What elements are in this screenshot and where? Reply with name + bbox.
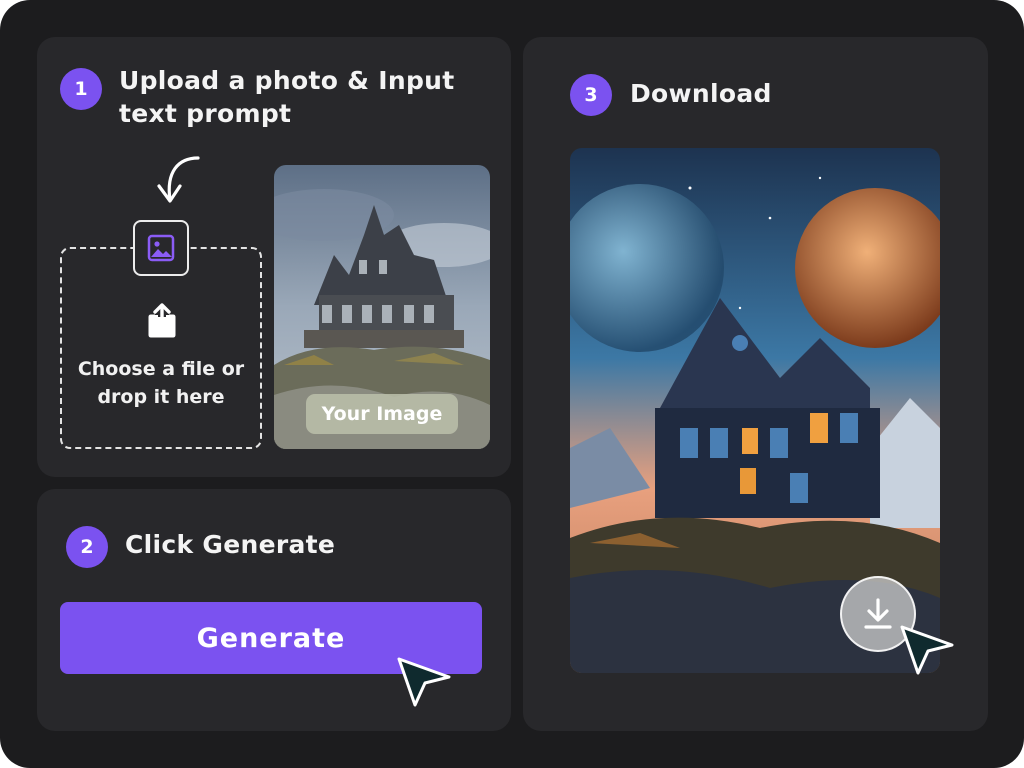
generated-image: [570, 148, 940, 673]
uploaded-image-preview: Your Image: [274, 165, 490, 449]
cursor-pointer-icon: [397, 657, 451, 707]
upload-step-title: Upload a photo & Input text prompt: [119, 66, 455, 128]
step-1-badge: 1: [60, 68, 102, 110]
upload-icon: [148, 303, 176, 338]
file-dropzone[interactable]: [60, 247, 262, 449]
curved-arrow-icon: [157, 156, 200, 203]
generate-step-panel: 2 Click Generate Generate: [37, 489, 511, 731]
download-icon: [864, 598, 892, 629]
download-step-panel: 3 Download: [523, 37, 988, 731]
step-3-badge: 3: [570, 74, 612, 116]
cursor-pointer-icon: [900, 625, 954, 675]
generate-step-title: Click Generate: [125, 530, 336, 559]
download-step-title: Download: [630, 79, 772, 108]
step-2-badge: 2: [66, 526, 108, 568]
tutorial-card: 1 Upload a photo & Input text prompt Cho…: [0, 0, 1024, 768]
dropzone-text: Choose a file or drop it here: [77, 358, 245, 408]
upload-step-panel: 1 Upload a photo & Input text prompt Cho…: [37, 37, 511, 477]
your-image-label: Your Image: [306, 394, 458, 434]
image-icon: [133, 220, 189, 276]
